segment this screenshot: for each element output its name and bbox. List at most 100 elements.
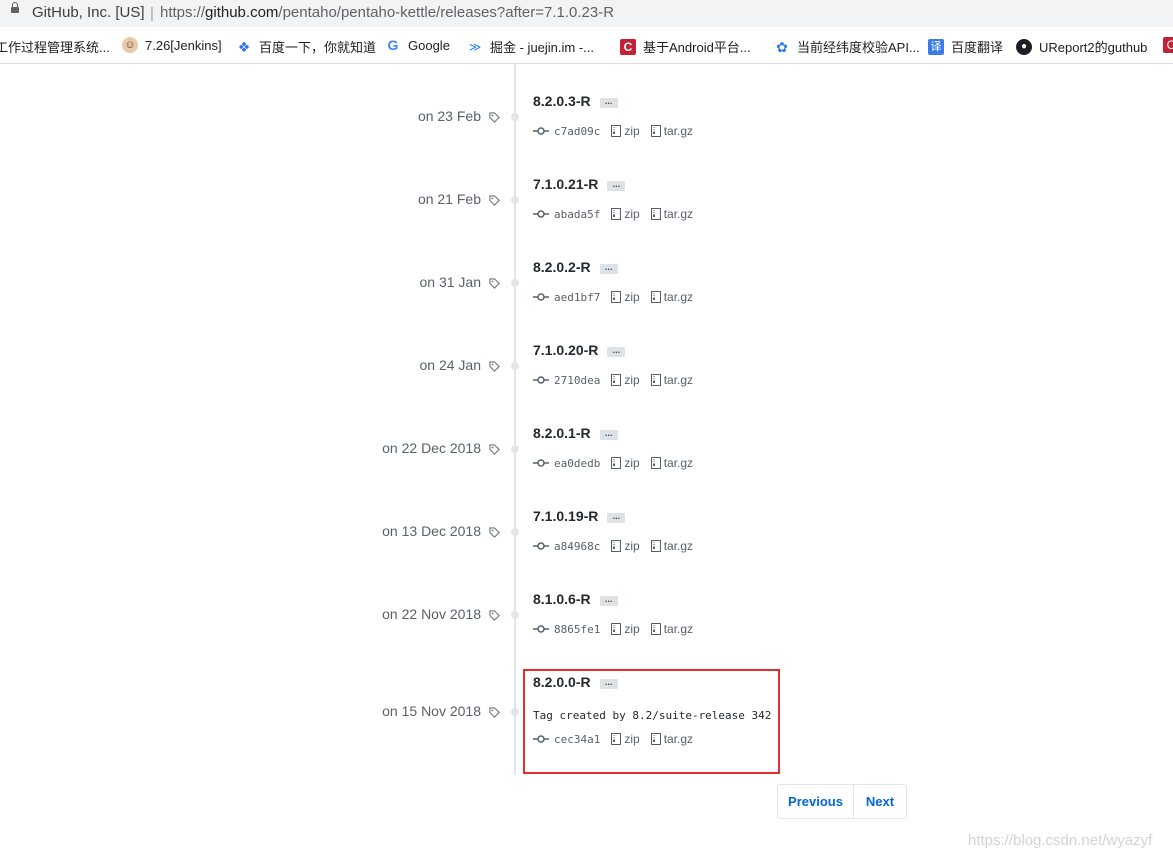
file-zip-icon (650, 457, 661, 469)
bookmark-map-api[interactable]: ✿ 当前经纬度校验API... (774, 37, 920, 56)
bookmark-translate[interactable]: 译 百度翻译 (928, 37, 1003, 56)
release-name-label[interactable]: 7.1.0.19-R (533, 508, 598, 524)
file-zip-icon (650, 540, 661, 552)
file-zip-icon (611, 540, 622, 552)
release-meta: abada5f zip tar.gz (533, 206, 704, 222)
release-date[interactable]: on 23 Feb (0, 108, 481, 124)
bookmarks-bar: 工作过程管理系统... ☺ 7.26[Jenkins] ❖ 百度一下，你就知道 … (0, 27, 1173, 64)
bookmark-jenkins[interactable]: ☺ 7.26[Jenkins] (122, 37, 222, 53)
csdn-c-icon: C (620, 38, 636, 55)
download-targz-link[interactable]: tar.gz (664, 124, 693, 138)
bookmark-baidu[interactable]: ❖ 百度一下，你就知道 (236, 37, 376, 56)
timeline-dot (511, 445, 519, 453)
release-name[interactable]: 7.1.0.20-R... (533, 342, 626, 358)
tag-icon (489, 361, 500, 372)
lock-icon[interactable] (11, 2, 19, 13)
bookmark-0[interactable]: 工作过程管理系统... (0, 37, 110, 56)
google-g-icon: G (387, 37, 399, 53)
release-name[interactable]: 8.1.0.6-R... (533, 591, 618, 607)
commit-sha-link[interactable]: abada5f (554, 208, 600, 221)
release-name[interactable]: 8.2.0.3-R... (533, 93, 618, 109)
release-meta: a84968c zip tar.gz (533, 538, 704, 554)
release-name[interactable]: 7.1.0.19-R... (533, 508, 626, 524)
file-zip-icon (650, 623, 661, 635)
translate-icon: 译 (928, 38, 944, 55)
bookmark-google[interactable]: G Google (385, 37, 450, 53)
release-name[interactable]: 8.2.0.1-R... (533, 425, 618, 441)
timeline-dot (511, 196, 519, 204)
release-name[interactable]: 8.2.0.2-R... (533, 259, 618, 275)
commit-sha-link[interactable]: ea0dedb (554, 457, 600, 470)
release-name-label[interactable]: 8.2.0.3-R (533, 93, 591, 109)
release-meta: 2710dea zip tar.gz (533, 372, 704, 388)
tag-icon (489, 278, 500, 289)
juejin-icon: ≫ (468, 39, 482, 54)
timeline-dot (511, 611, 519, 619)
download-targz-link[interactable]: tar.gz (664, 622, 693, 636)
download-zip-link[interactable]: zip (624, 622, 639, 636)
release-date[interactable]: on 21 Feb (0, 191, 481, 207)
download-targz-link[interactable]: tar.gz (664, 373, 693, 387)
release-meta: ea0dedb zip tar.gz (533, 455, 704, 471)
tag-icon (489, 707, 500, 718)
download-targz-link[interactable]: tar.gz (664, 290, 693, 304)
timeline-dot (511, 113, 519, 121)
release-date[interactable]: on 22 Nov 2018 (0, 606, 481, 622)
release-date[interactable]: on 13 Dec 2018 (0, 523, 481, 539)
download-zip-link[interactable]: zip (624, 539, 639, 553)
release-name-label[interactable]: 7.1.0.21-R (533, 176, 598, 192)
file-zip-icon (611, 208, 622, 220)
commit-icon (533, 293, 549, 301)
release-name-label[interactable]: 7.1.0.20-R (533, 342, 598, 358)
download-zip-link[interactable]: zip (624, 207, 639, 221)
release-date[interactable]: on 24 Jan (0, 357, 482, 373)
file-zip-icon (611, 374, 622, 386)
expand-more-button[interactable]: ... (607, 180, 626, 191)
file-zip-icon (611, 125, 622, 137)
commit-sha-link[interactable]: c7ad09c (554, 125, 600, 138)
bookmark-overflow[interactable]: C (1163, 37, 1173, 53)
bookmark-ureport[interactable]: ● UReport2的guthub (1016, 37, 1147, 56)
address-bar[interactable]: GitHub, Inc. [US] | https://github.com/p… (0, 0, 1173, 27)
release-name-label[interactable]: 8.2.0.1-R (533, 425, 591, 441)
tag-icon (489, 527, 500, 538)
commit-sha-link[interactable]: 2710dea (554, 374, 600, 387)
expand-more-button[interactable]: ... (599, 97, 618, 108)
expand-more-button[interactable]: ... (599, 263, 618, 274)
commit-sha-link[interactable]: a84968c (554, 540, 600, 553)
download-targz-link[interactable]: tar.gz (664, 539, 693, 553)
tag-icon (489, 610, 500, 621)
download-zip-link[interactable]: zip (624, 124, 639, 138)
next-button[interactable]: Next (854, 785, 906, 818)
expand-more-button[interactable]: ... (599, 595, 618, 606)
commit-icon (533, 542, 549, 550)
download-zip-link[interactable]: zip (624, 290, 639, 304)
release-date[interactable]: on 15 Nov 2018 (0, 703, 481, 719)
download-zip-link[interactable]: zip (624, 373, 639, 387)
expand-more-button[interactable]: ... (607, 512, 626, 523)
csdn-c-icon: C (1163, 37, 1173, 53)
release-name-label[interactable]: 8.1.0.6-R (533, 591, 591, 607)
file-zip-icon (650, 208, 661, 220)
url-text[interactable]: https://github.com/pentaho/pentaho-kettl… (160, 4, 614, 21)
bookmark-juejin[interactable]: ≫ 掘金 - juejin.im -... (467, 37, 594, 56)
file-zip-icon (611, 623, 622, 635)
timeline-dot (511, 279, 519, 287)
previous-button[interactable]: Previous (778, 785, 854, 818)
release-name-label[interactable]: 8.2.0.2-R (533, 259, 591, 275)
expand-more-button[interactable]: ... (607, 346, 626, 357)
download-zip-link[interactable]: zip (624, 456, 639, 470)
commit-sha-link[interactable]: 8865fe1 (554, 623, 600, 636)
timeline-line (514, 63, 516, 775)
expand-more-button[interactable]: ... (599, 429, 618, 440)
download-targz-link[interactable]: tar.gz (664, 207, 693, 221)
release-name[interactable]: 7.1.0.21-R... (533, 176, 626, 192)
site-identity[interactable]: GitHub, Inc. [US] (32, 4, 145, 21)
file-zip-icon (611, 457, 622, 469)
release-date[interactable]: on 31 Jan (0, 274, 482, 290)
file-zip-icon (650, 291, 661, 303)
release-date[interactable]: on 22 Dec 2018 (0, 440, 481, 456)
download-targz-link[interactable]: tar.gz (664, 456, 693, 470)
bookmark-csdn[interactable]: C 基于Android平台... (620, 37, 751, 56)
commit-sha-link[interactable]: aed1bf7 (554, 291, 600, 304)
